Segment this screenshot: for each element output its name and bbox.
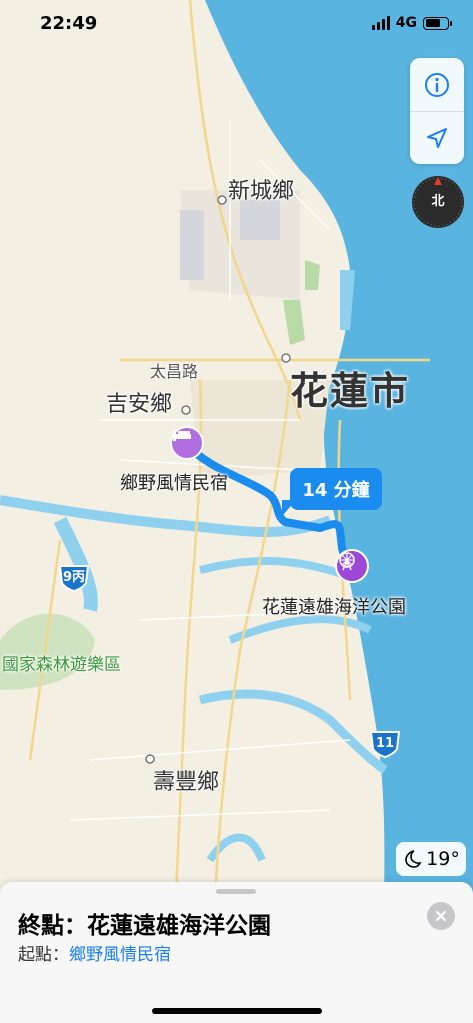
- compass-button[interactable]: 北: [412, 176, 464, 228]
- destination-label[interactable]: 花蓮遠雄海洋公園: [262, 593, 406, 619]
- info-icon: [425, 72, 449, 97]
- status-time: 22:49: [40, 13, 98, 34]
- forest-park-label: 國家森林遊樂區: [2, 655, 121, 675]
- xincheng-label: 新城鄉: [228, 179, 295, 204]
- home-indicator[interactable]: [152, 1008, 322, 1014]
- sheet-grabber[interactable]: [216, 889, 256, 894]
- directions-sheet[interactable]: 終點：花蓮遠雄海洋公園 起點：鄉野風情民宿: [0, 882, 473, 1023]
- eta-callout[interactable]: 14 分鐘: [290, 468, 382, 510]
- status-bar: 22:49 4G: [0, 0, 473, 50]
- route-shield-9c: 9丙: [57, 563, 91, 593]
- compass-north-label: 北: [431, 194, 445, 209]
- bed-icon: [173, 430, 191, 441]
- route-shield-9c-text: 9丙: [62, 570, 86, 585]
- ferris-wheel-icon: [339, 552, 355, 571]
- battery-icon: [423, 16, 452, 30]
- cellular-signal-icon: [371, 16, 390, 30]
- current-location-button[interactable]: [410, 111, 464, 164]
- destination-pin[interactable]: [335, 549, 369, 583]
- status-indicators: 4G: [371, 15, 452, 31]
- route-shield-11-text: 11: [375, 736, 395, 751]
- origin-prefix: 起點：: [18, 945, 69, 965]
- network-type: 4G: [395, 15, 417, 31]
- origin-label[interactable]: 鄉野風情民宿: [120, 469, 228, 495]
- battery-level: [425, 19, 441, 27]
- weather-badge: 19°: [396, 842, 466, 876]
- moon-icon: [405, 850, 422, 868]
- shoufeng-label: 壽豐鄉: [153, 770, 220, 795]
- origin-line: 起點：鄉野風情民宿: [18, 940, 171, 965]
- jian-label: 吉安鄉: [106, 392, 173, 417]
- map-controls: [410, 58, 464, 164]
- destination-title: 終點：花蓮遠雄海洋公園: [18, 913, 271, 939]
- taichang-road-label: 太昌路: [150, 362, 199, 381]
- close-button[interactable]: [427, 902, 455, 930]
- info-button[interactable]: [410, 58, 464, 111]
- weather-temp: 19°: [426, 848, 460, 870]
- origin-link[interactable]: 鄉野風情民宿: [69, 945, 171, 965]
- origin-pin[interactable]: [170, 426, 204, 460]
- route-shield-11: 11: [368, 729, 402, 759]
- location-arrow-icon: [427, 128, 447, 148]
- close-icon: [435, 910, 447, 922]
- hualien-city-label: 花蓮市: [290, 369, 411, 413]
